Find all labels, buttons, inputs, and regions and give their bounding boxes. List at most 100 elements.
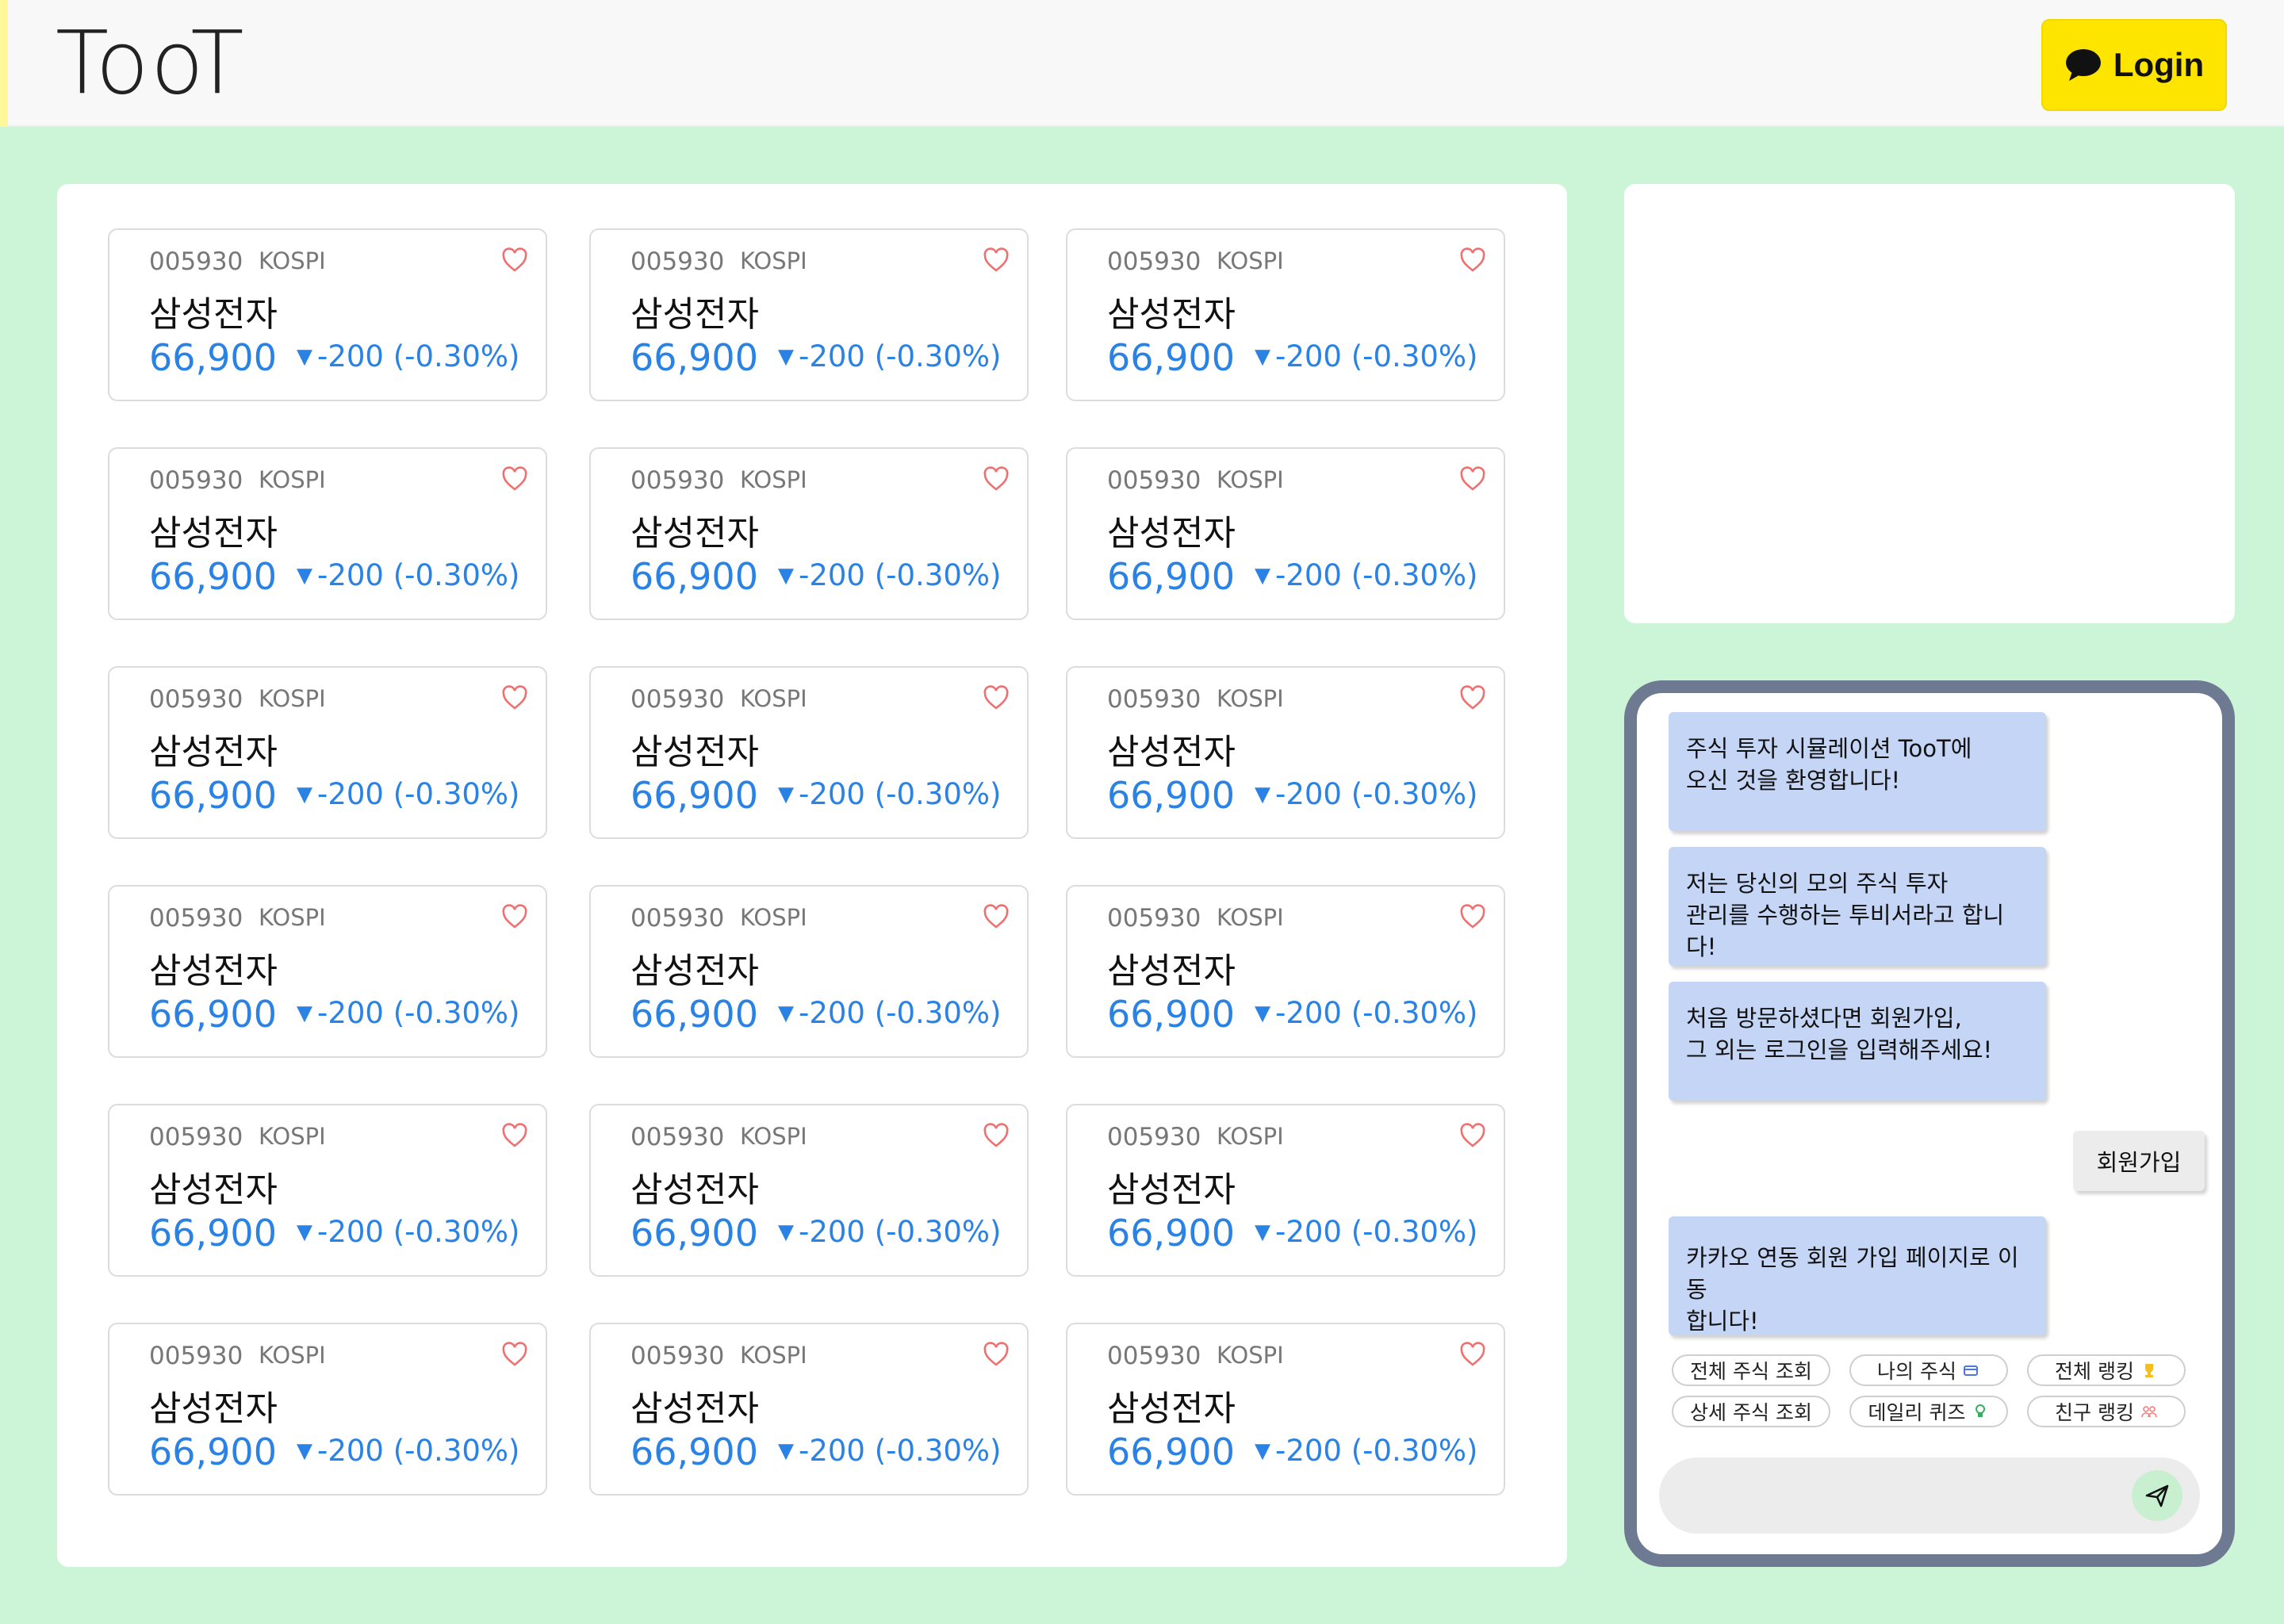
stock-code: 005930 <box>149 1342 243 1370</box>
stock-name: 삼성전자 <box>1107 732 1236 772</box>
down-arrow-icon: ▼ <box>297 1002 312 1025</box>
header-accent-strip <box>0 0 8 127</box>
stock-market: KOSPI <box>740 466 807 493</box>
stock-code: 005930 <box>630 1342 725 1370</box>
heart-icon[interactable] <box>983 685 1010 710</box>
heart-icon[interactable] <box>501 247 528 273</box>
heart-icon[interactable] <box>983 1123 1010 1148</box>
stock-card[interactable]: 005930 KOSPI 삼성전자 66,900 ▼ -200 (-0.30%) <box>589 885 1029 1058</box>
stock-change: ▼ -200 (-0.30%) <box>1255 339 1478 373</box>
stock-card[interactable]: 005930 KOSPI 삼성전자 66,900 ▼ -200 (-0.30%) <box>589 666 1029 839</box>
down-arrow-icon: ▼ <box>778 1002 794 1025</box>
stock-code: 005930 <box>630 685 725 714</box>
stock-card[interactable]: 005930 KOSPI 삼성전자 66,900 ▼ -200 (-0.30%) <box>108 228 547 401</box>
heart-icon[interactable] <box>501 1123 528 1148</box>
heart-icon[interactable] <box>501 1342 528 1367</box>
stock-name: 삼성전자 <box>1107 294 1236 335</box>
stock-list-panel: 005930 KOSPI 삼성전자 66,900 ▼ -200 (-0.30%) 00593… <box>57 184 1567 1567</box>
chat-bubble-icon <box>2065 49 2101 81</box>
stock-card[interactable]: 005930 KOSPI 삼성전자 66,900 ▼ -200 (-0.30%) <box>589 1323 1029 1496</box>
quick-reply-my-stocks[interactable]: 나의 주식 <box>1849 1354 2008 1386</box>
stock-change: ▼ -200 (-0.30%) <box>297 558 520 592</box>
stock-card[interactable]: 005930 KOSPI 삼성전자 66,900 ▼ -200 (-0.30%) <box>108 1323 547 1496</box>
stock-price: 66,900 <box>1107 1212 1235 1254</box>
heart-icon[interactable] <box>501 466 528 492</box>
down-arrow-icon: ▼ <box>1255 1439 1270 1463</box>
stock-code: 005930 <box>1107 1123 1201 1151</box>
down-arrow-icon: ▼ <box>778 345 794 369</box>
stock-change-value: -200 (-0.30%) <box>317 339 520 373</box>
stock-code: 005930 <box>1107 466 1201 495</box>
stock-card[interactable]: 005930 KOSPI 삼성전자 66,900 ▼ -200 (-0.30%) <box>589 447 1029 620</box>
stock-name: 삼성전자 <box>149 951 278 991</box>
header: TooT Login <box>0 0 2284 127</box>
stock-card[interactable]: 005930 KOSPI 삼성전자 66,900 ▼ -200 (-0.30%) <box>1066 1104 1505 1277</box>
down-arrow-icon: ▼ <box>778 783 794 806</box>
down-arrow-icon: ▼ <box>297 1220 312 1244</box>
quick-reply-all-stocks[interactable]: 전체 주식 조회 <box>1672 1354 1830 1386</box>
stock-price: 66,900 <box>1107 774 1235 817</box>
heart-icon[interactable] <box>1459 685 1486 710</box>
stock-name: 삼성전자 <box>630 732 759 772</box>
send-button[interactable] <box>2132 1470 2182 1521</box>
stock-change-value: -200 (-0.30%) <box>799 1215 1002 1249</box>
stock-code: 005930 <box>149 685 243 714</box>
stock-market: KOSPI <box>1217 685 1284 712</box>
heart-icon[interactable] <box>983 1342 1010 1367</box>
bot-message: 주식 투자 시뮬레이션 TooT에 오신 것을 환영합니다! <box>1669 712 2046 831</box>
bot-message-line: 관리를 수행하는 투비서라고 합니다! <box>1686 902 2005 960</box>
heart-icon[interactable] <box>501 904 528 929</box>
quick-reply-daily-quiz[interactable]: 데일리 퀴즈 <box>1849 1396 2008 1427</box>
stock-card[interactable]: 005930 KOSPI 삼성전자 66,900 ▼ -200 (-0.30%) <box>589 1104 1029 1277</box>
stock-price: 66,900 <box>149 1212 277 1254</box>
stock-change-value: -200 (-0.30%) <box>317 1434 520 1468</box>
quick-reply-label: 전체 주식 조회 <box>1690 1360 1812 1383</box>
stock-code: 005930 <box>630 247 725 276</box>
stock-change-value: -200 (-0.30%) <box>1275 558 1478 592</box>
login-button[interactable]: Login <box>2041 19 2227 111</box>
heart-icon[interactable] <box>1459 466 1486 492</box>
stock-name: 삼성전자 <box>149 294 278 335</box>
heart-icon[interactable] <box>1459 247 1486 273</box>
stock-card[interactable]: 005930 KOSPI 삼성전자 66,900 ▼ -200 (-0.30%) <box>1066 666 1505 839</box>
stock-card[interactable]: 005930 KOSPI 삼성전자 66,900 ▼ -200 (-0.30%) <box>108 666 547 839</box>
stock-price: 66,900 <box>630 1212 758 1254</box>
stock-change-value: -200 (-0.30%) <box>799 339 1002 373</box>
stock-card[interactable]: 005930 KOSPI 삼성전자 66,900 ▼ -200 (-0.30%) <box>108 1104 547 1277</box>
heart-icon[interactable] <box>983 247 1010 273</box>
heart-icon[interactable] <box>1459 904 1486 929</box>
bot-message-line: 카카오 연동 회원 가입 페이지로 이동 <box>1686 1244 2019 1303</box>
stock-change: ▼ -200 (-0.30%) <box>1255 1215 1478 1249</box>
stock-card[interactable]: 005930 KOSPI 삼성전자 66,900 ▼ -200 (-0.30%) <box>108 447 547 620</box>
quick-reply-friend-ranking[interactable]: 친구 랭킹 <box>2027 1396 2186 1427</box>
quick-reply-all-ranking[interactable]: 전체 랭킹 <box>2027 1354 2186 1386</box>
heart-icon[interactable] <box>1459 1123 1486 1148</box>
down-arrow-icon: ▼ <box>297 1439 312 1463</box>
stock-card[interactable]: 005930 KOSPI 삼성전자 66,900 ▼ -200 (-0.30%) <box>1066 1323 1505 1496</box>
paper-plane-icon <box>2145 1484 2169 1507</box>
stock-card[interactable]: 005930 KOSPI 삼성전자 66,900 ▼ -200 (-0.30%) <box>108 885 547 1058</box>
chat-input-bar <box>1659 1457 2200 1534</box>
heart-icon[interactable] <box>983 466 1010 492</box>
quick-reply-label: 친구 랭킹 <box>2055 1401 2134 1424</box>
stock-price: 66,900 <box>1107 555 1235 598</box>
stock-card[interactable]: 005930 KOSPI 삼성전자 66,900 ▼ -200 (-0.30%) <box>1066 228 1505 401</box>
stock-market: KOSPI <box>259 1123 326 1150</box>
quick-reply-stock-detail[interactable]: 상세 주식 조회 <box>1672 1396 1830 1427</box>
stock-market: KOSPI <box>1217 1342 1284 1369</box>
heart-icon[interactable] <box>983 904 1010 929</box>
quick-reply-label: 데일리 퀴즈 <box>1868 1401 1966 1424</box>
heart-icon[interactable] <box>501 685 528 710</box>
bot-message-line: 오신 것을 환영합니다! <box>1686 767 1901 794</box>
stock-market: KOSPI <box>259 466 326 493</box>
stock-card[interactable]: 005930 KOSPI 삼성전자 66,900 ▼ -200 (-0.30%) <box>1066 885 1505 1058</box>
stock-card[interactable]: 005930 KOSPI 삼성전자 66,900 ▼ -200 (-0.30%) <box>589 228 1029 401</box>
stock-change: ▼ -200 (-0.30%) <box>297 777 520 811</box>
stock-card[interactable]: 005930 KOSPI 삼성전자 66,900 ▼ -200 (-0.30%) <box>1066 447 1505 620</box>
app-logo[interactable]: TooT <box>56 11 246 114</box>
stock-market: KOSPI <box>259 247 326 274</box>
stock-grid: 005930 KOSPI 삼성전자 66,900 ▼ -200 (-0.30%) 00593… <box>108 228 1521 1496</box>
stock-change: ▼ -200 (-0.30%) <box>297 1215 520 1249</box>
heart-icon[interactable] <box>1459 1342 1486 1367</box>
chat-input[interactable] <box>1691 1473 2122 1519</box>
